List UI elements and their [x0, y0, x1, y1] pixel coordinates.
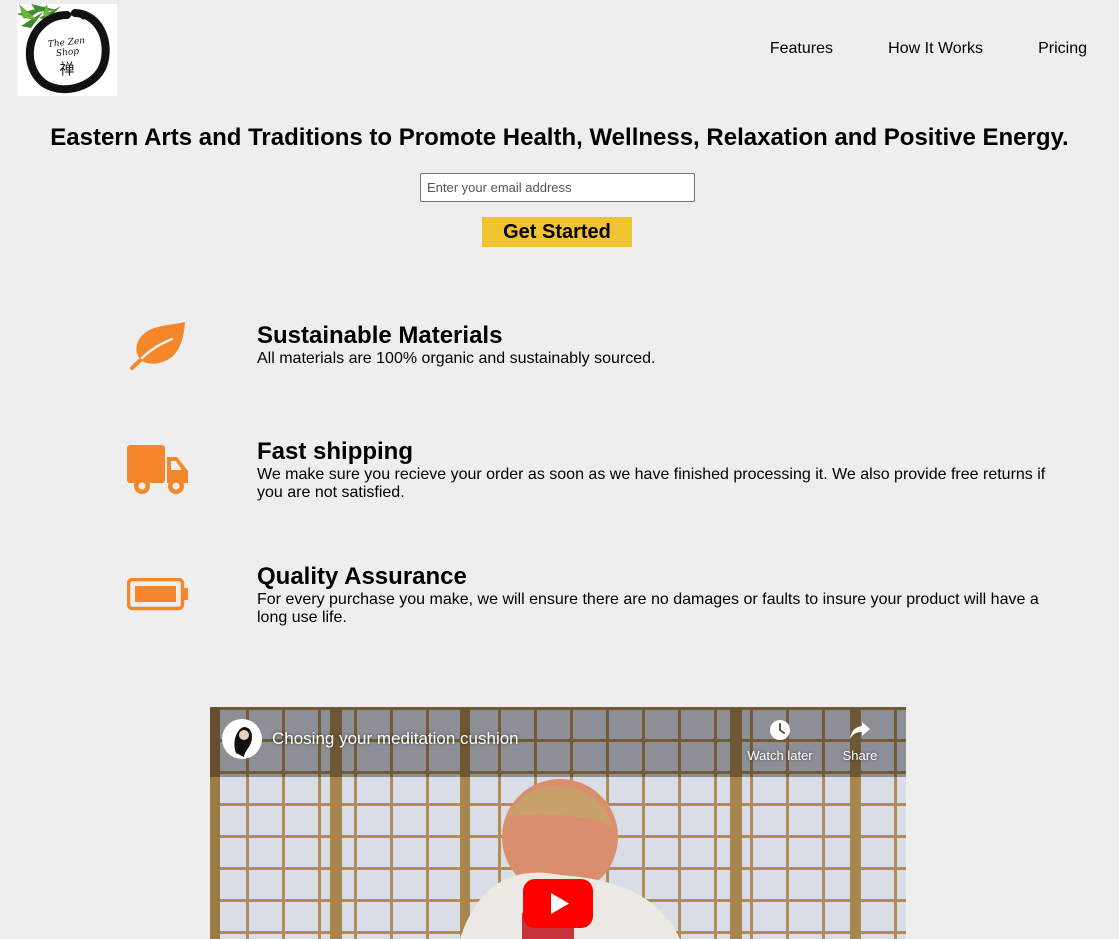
- video-title[interactable]: Chosing your meditation cushion: [272, 729, 519, 749]
- nav-link-how-it-works[interactable]: How It Works: [888, 40, 983, 58]
- logo-kanji: 禅: [59, 60, 75, 78]
- nav-link-pricing[interactable]: Pricing: [1038, 40, 1087, 58]
- email-input[interactable]: [420, 173, 695, 202]
- share-button[interactable]: Share: [820, 719, 900, 763]
- watch-later-label: Watch later: [747, 748, 813, 763]
- video-embed[interactable]: Chosing your meditation cushion Watch la…: [210, 707, 906, 939]
- feature-title: Fast shipping: [257, 438, 413, 465]
- header: The Zen Shop 禅 Features How It Works Pri…: [0, 0, 1119, 100]
- feature-description: We make sure you recieve your order as s…: [257, 466, 1046, 501]
- play-button[interactable]: [523, 879, 593, 928]
- watch-later-button[interactable]: Watch later: [740, 719, 820, 763]
- leaf-icon: [130, 320, 186, 375]
- feature-title: Quality Assurance: [257, 563, 467, 590]
- feature-description: All materials are 100% organic and susta…: [257, 350, 656, 367]
- clock-icon: [770, 720, 790, 740]
- play-icon: [523, 879, 593, 928]
- hero-title: Eastern Arts and Traditions to Promote H…: [50, 124, 1069, 151]
- truck-icon: [127, 445, 189, 500]
- get-started-button[interactable]: Get Started: [482, 217, 632, 247]
- share-label: Share: [842, 748, 878, 763]
- feature-title: Sustainable Materials: [257, 322, 503, 349]
- nav-link-features[interactable]: Features: [770, 40, 833, 58]
- channel-avatar[interactable]: [222, 719, 262, 759]
- zen-shop-logo[interactable]: The Zen Shop 禅: [17, 4, 117, 96]
- feature-description: For every purchase you make, we will ens…: [257, 591, 1039, 626]
- share-arrow-icon: [850, 722, 870, 739]
- battery-full-icon: [126, 577, 189, 617]
